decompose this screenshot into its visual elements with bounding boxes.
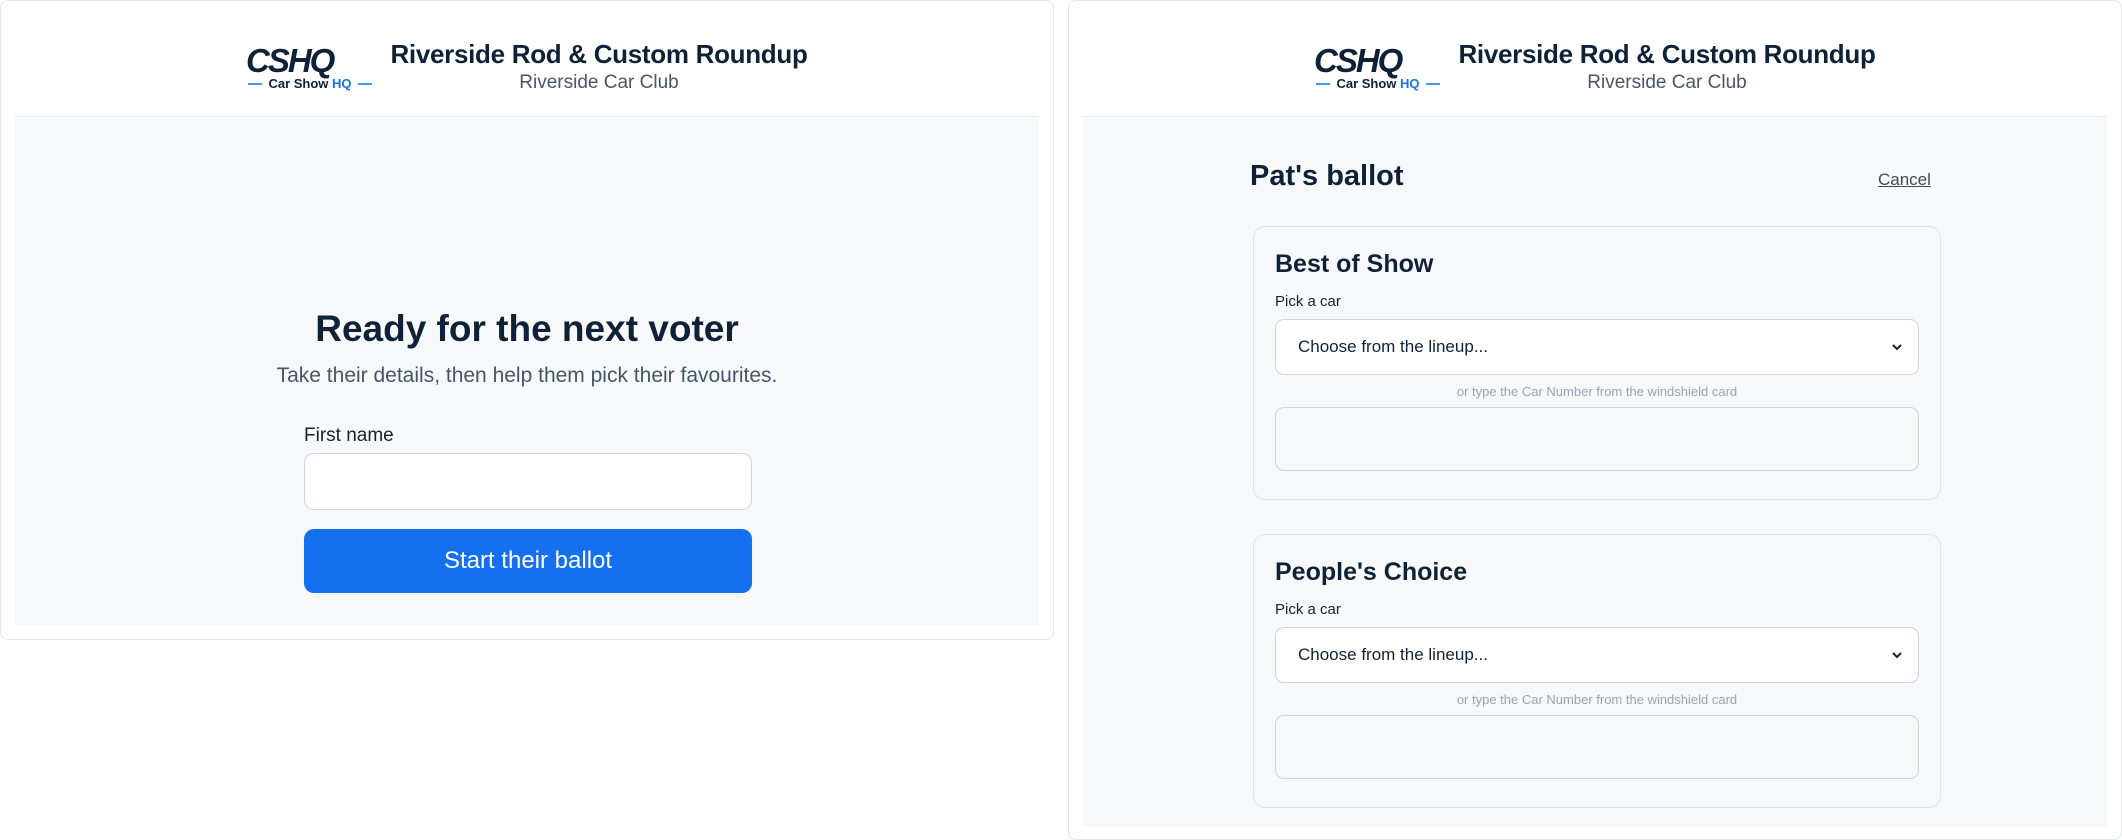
category-title: People's Choice [1275, 558, 1468, 586]
event-title: Riverside Rod & Custom Roundup [1458, 39, 1876, 69]
select-value: Choose from the lineup... [1298, 337, 1488, 356]
ballot-title: Pat's ballot [1250, 160, 1404, 192]
car-number-hint: or type the Car Number from the windshie… [1456, 692, 1738, 707]
page-header: CSHQ Car Show HQ Riverside Rod & Custom … [1083, 1, 2107, 117]
voter-start-panel: CSHQ Car Show HQ Riverside Rod & Custom … [0, 0, 1054, 640]
category-title: Best of Show [1275, 250, 1434, 278]
svg-text:CSHQ: CSHQ [1314, 42, 1404, 79]
svg-text:Car Show HQ: Car Show HQ [1337, 76, 1420, 91]
brand: CSHQ Car Show HQ Riverside Rod & Custom … [15, 39, 1039, 95]
chevron-down-icon [1892, 652, 1902, 659]
page-subtitle: Take their details, then help them pick … [276, 364, 778, 387]
select-value: Choose from the lineup... [1298, 645, 1488, 664]
club-name: Riverside Car Club [519, 72, 679, 93]
car-select[interactable]: Choose from the lineup... [1275, 627, 1919, 683]
page-title: Ready for the next voter [315, 308, 739, 349]
svg-text:CSHQ: CSHQ [246, 42, 336, 79]
svg-text:Car Show HQ: Car Show HQ [269, 76, 352, 91]
pick-car-label: Pick a car [1275, 601, 1341, 618]
club-name: Riverside Car Club [1587, 72, 1747, 93]
first-name-input[interactable] [304, 453, 752, 510]
car-number-input[interactable] [1275, 407, 1919, 471]
pick-car-label: Pick a car [1275, 293, 1341, 310]
brand: CSHQ Car Show HQ Riverside Rod & Custom … [1083, 39, 2107, 95]
car-select[interactable]: Choose from the lineup... [1275, 319, 1919, 375]
category-card-best-of-show: Best of Show Pick a car Choose from the … [1253, 226, 1941, 500]
car-number-input[interactable] [1275, 715, 1919, 779]
cancel-link[interactable]: Cancel [1878, 170, 1931, 190]
page-header: CSHQ Car Show HQ Riverside Rod & Custom … [15, 1, 1039, 117]
cshq-logo: CSHQ Car Show HQ [1314, 42, 1441, 91]
event-title: Riverside Rod & Custom Roundup [390, 39, 808, 69]
main-content: Pat's ballot Cancel Best of Show Pick a … [1083, 118, 2107, 826]
ballot-panel: CSHQ Car Show HQ Riverside Rod & Custom … [1068, 0, 2122, 840]
car-number-hint: or type the Car Number from the windshie… [1456, 384, 1738, 399]
main-content: Ready for the next voter Take their deta… [15, 118, 1039, 625]
start-ballot-button[interactable]: Start their ballot [304, 529, 752, 593]
chevron-down-icon [1892, 344, 1902, 351]
first-name-label: First name [304, 425, 394, 446]
cshq-logo: CSHQ Car Show HQ [246, 42, 373, 91]
category-card-peoples-choice: People's Choice Pick a car Choose from t… [1253, 534, 1941, 808]
